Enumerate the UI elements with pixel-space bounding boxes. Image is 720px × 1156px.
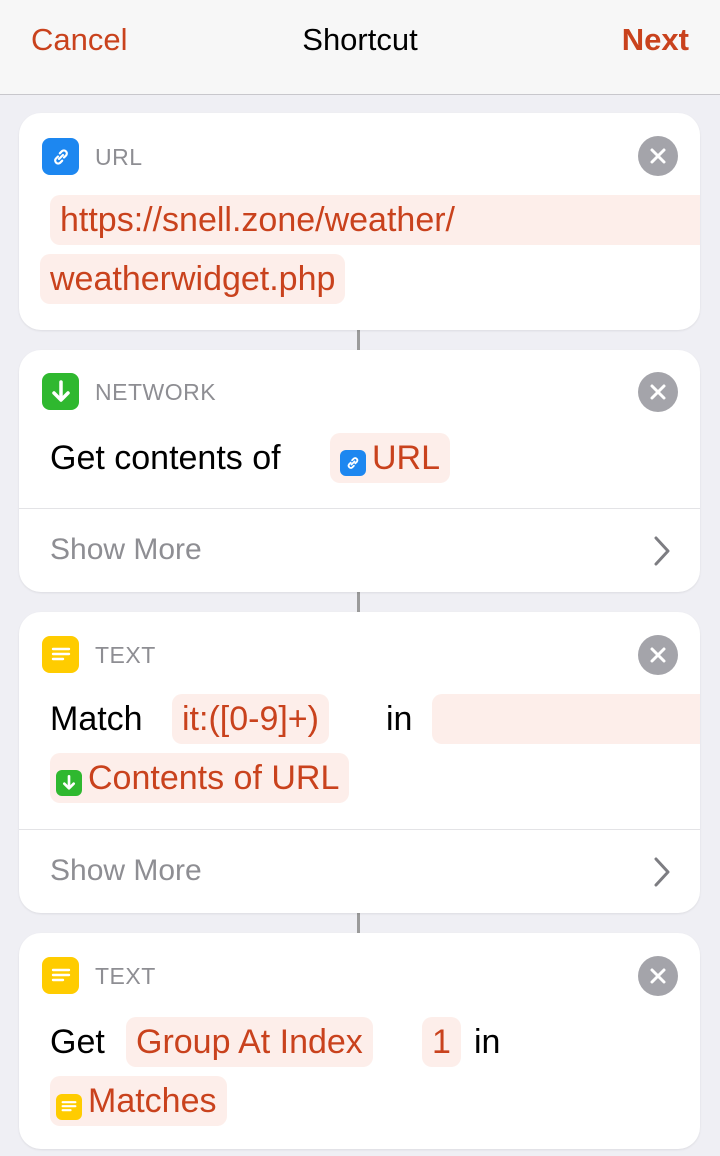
close-icon	[650, 968, 666, 984]
text-lines-icon	[56, 1094, 82, 1120]
remove-action-button[interactable]	[638, 136, 678, 176]
get-group-action-card[interactable]: TEXT Get Group At Index 1 in Matches	[19, 933, 700, 1149]
download-arrow-icon	[42, 373, 79, 410]
token-label: Matches	[88, 1082, 217, 1120]
show-more-button[interactable]: Show More	[50, 533, 202, 567]
flow-connector	[357, 913, 360, 933]
token-label: Contents of URL	[88, 759, 340, 797]
divider	[19, 829, 700, 830]
chevron-right-icon	[654, 536, 670, 566]
category-label: NETWORK	[95, 379, 217, 405]
flow-connector	[357, 330, 360, 350]
regex-pattern-field[interactable]: it:([0-9]+)	[172, 694, 329, 744]
action-text: Match	[50, 700, 143, 738]
flow-connector	[357, 592, 360, 612]
download-arrow-icon	[56, 770, 82, 796]
action-text: Get contents of	[50, 439, 281, 477]
chevron-right-icon	[654, 857, 670, 887]
text-lines-icon	[42, 957, 79, 994]
close-icon	[650, 148, 666, 164]
close-icon	[650, 384, 666, 400]
category-label: TEXT	[95, 642, 156, 668]
group-option-field[interactable]: Group At Index	[126, 1017, 373, 1067]
category-label: URL	[95, 144, 143, 170]
input-token-background	[432, 694, 700, 744]
in-text: in	[474, 1023, 501, 1061]
match-text-action-card[interactable]: TEXT Match it:([0-9]+) in Contents of UR…	[19, 612, 700, 913]
group-index-field[interactable]: 1	[422, 1017, 461, 1067]
url-action-card[interactable]: URL https://snell.zone/weather/ weatherw…	[19, 113, 700, 330]
remove-action-button[interactable]	[638, 956, 678, 996]
url-text-line-2[interactable]: weatherwidget.php	[40, 254, 346, 304]
link-icon	[42, 138, 79, 175]
next-button[interactable]: Next	[622, 22, 689, 58]
url-text-line-1: https://snell.zone/weather/	[60, 201, 456, 239]
matches-variable-token[interactable]: Matches	[50, 1076, 227, 1126]
category-label: TEXT	[95, 963, 156, 989]
in-text: in	[386, 700, 413, 738]
get-contents-action-card[interactable]: NETWORK Get contents of URL Show More	[19, 350, 700, 592]
text-lines-icon	[42, 636, 79, 673]
divider	[19, 508, 700, 509]
contents-of-url-variable-token[interactable]: Contents of URL	[50, 753, 350, 803]
url-variable-token[interactable]: URL	[330, 433, 451, 483]
close-icon	[650, 647, 666, 663]
action-text: Get	[50, 1023, 105, 1061]
show-more-button[interactable]: Show More	[50, 854, 202, 888]
token-label: URL	[372, 439, 441, 477]
link-icon	[340, 450, 366, 476]
remove-action-button[interactable]	[638, 372, 678, 412]
remove-action-button[interactable]	[638, 635, 678, 675]
navigation-bar: Cancel Shortcut Next	[0, 0, 720, 95]
page-title: Shortcut	[302, 22, 418, 57]
